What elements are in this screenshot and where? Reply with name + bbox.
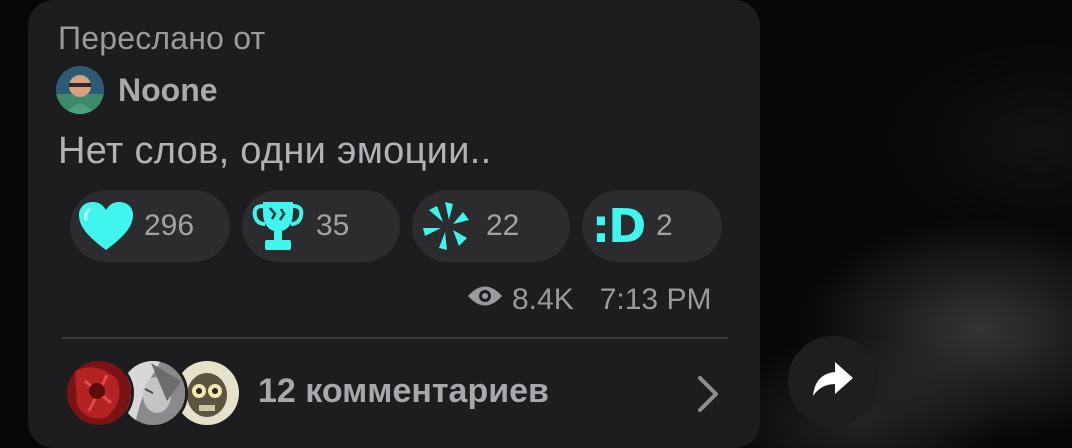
reaction-burst[interactable]: 22 [412,190,570,262]
laugh-face-text-icon: :D [591,199,647,253]
comments-row[interactable]: 12 комментариев [62,352,728,432]
sparkle-burst-icon [412,190,484,262]
reaction-count: 2 [656,209,673,242]
share-button[interactable] [788,336,878,426]
message-time: 7:13 PM [599,283,712,316]
reaction-heart[interactable]: 296 [70,190,230,262]
author-avatar[interactable] [56,66,104,114]
message-meta: 8.4K 7:13 PM [466,280,711,320]
heart-icon [70,190,142,262]
commenter-avatar [64,358,134,428]
divider [62,337,728,339]
eye-icon [466,283,504,317]
forwarded-from-label: Переслано от [58,20,266,56]
view-count: 8.4K [512,283,574,316]
author-name[interactable]: Noone [118,72,218,109]
reaction-count: 22 [486,209,520,242]
reaction-count: 296 [144,209,195,242]
comments-count-label[interactable]: 12 комментариев [258,372,549,411]
forwarded-author[interactable]: Noone [56,66,218,114]
share-arrow-icon [811,360,855,403]
reaction-laugh[interactable]: :D 2 [582,190,722,262]
reaction-count: 35 [316,209,350,242]
chevron-right-icon[interactable] [696,374,720,419]
message-text: Нет слов, одни эмоции.. [58,130,492,172]
reaction-trophy[interactable]: 35 [242,190,400,262]
trophy-icon [242,190,314,262]
